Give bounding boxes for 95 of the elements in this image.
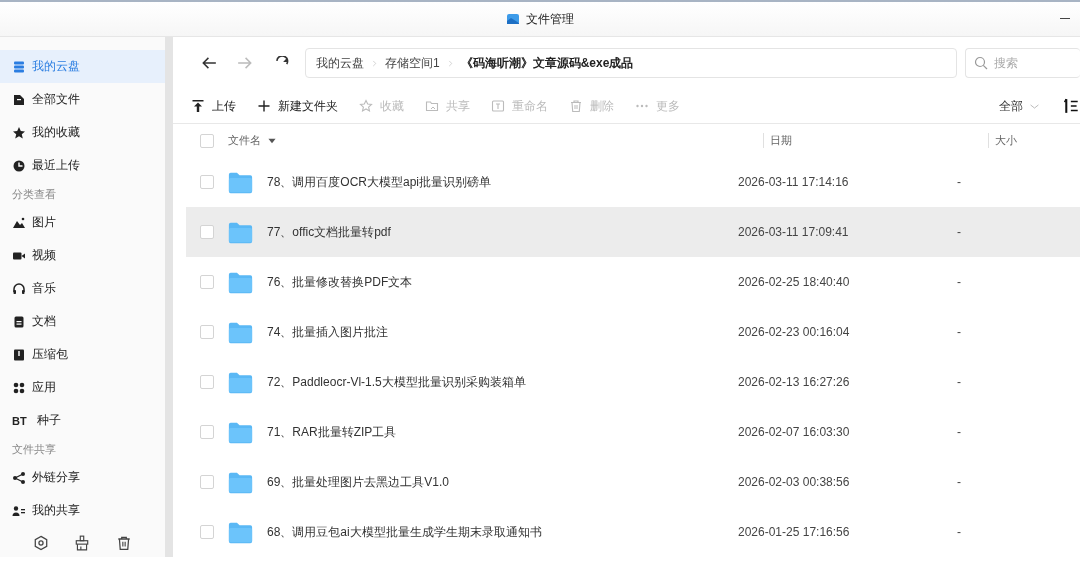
toolbar-button[interactable]: 新建文件夹	[257, 97, 338, 115]
chevron-icon	[370, 58, 379, 68]
plus-icon	[257, 99, 271, 113]
date-cell-text: 2026-03-11 17:14:16	[738, 175, 850, 189]
size-cell: -	[956, 275, 961, 289]
sidebar-item[interactable]: 全部文件	[0, 83, 165, 116]
date-cell-text: 2026-03-11 17:09:41	[738, 225, 850, 239]
back-arrow-icon[interactable]	[201, 55, 217, 71]
sidebar-item[interactable]: 压缩包	[0, 338, 165, 371]
column-header[interactable]: 日期	[770, 134, 792, 146]
bt-label: BT	[12, 414, 26, 427]
row-checkbox[interactable]	[200, 175, 214, 189]
sidebar-item[interactable]: 图片	[0, 206, 165, 239]
star-outline-icon	[359, 99, 373, 113]
size-cell: -	[956, 225, 961, 239]
size-cell: -	[956, 175, 961, 189]
section-heading: 分类查看	[11, 187, 57, 202]
breadcrumb-link[interactable]: 存储空间1	[385, 54, 440, 72]
file-row[interactable]: 72、Paddleocr-Vl-1.5大模型批量识别采购装箱单 2026-02-13 16:27:26 -	[186, 357, 1080, 407]
forward-arrow-icon[interactable]	[237, 55, 253, 71]
file-row[interactable]: 71、RAR批量转ZIP工具 2026-02-07 16:03:30 -	[186, 407, 1080, 457]
sidebar-item[interactable]: 音乐	[0, 272, 165, 305]
column-header[interactable]: 大小	[995, 134, 1017, 146]
row-checkbox[interactable]	[200, 325, 214, 339]
file-name: 72、Paddleocr-Vl-1.5大模型批量识别采购装箱单	[267, 373, 526, 391]
sort-icon[interactable]	[1064, 98, 1080, 114]
file-name: 69、批量处理图片去黑边工具V1.0	[267, 473, 450, 491]
row-checkbox[interactable]	[200, 425, 214, 439]
date-cell-text: 2026-02-13 16:27:26	[738, 375, 851, 389]
date-cell-text: 2026-01-25 17:16:56	[738, 525, 851, 539]
select-all-checkbox[interactable]	[200, 133, 214, 148]
file-name: 74、批量插入图片批注	[267, 323, 389, 341]
row-checkbox[interactable]	[200, 475, 214, 489]
app-icon	[506, 12, 520, 26]
size-cell: -	[956, 375, 961, 389]
file-row[interactable]: 77、offic文档批量转pdf 2026-03-11 17:09:41 -	[186, 207, 1080, 257]
sidebar-item[interactable]: 文档	[0, 305, 165, 338]
document-icon	[12, 314, 26, 329]
file-name: 77、offic文档批量转pdf	[267, 223, 391, 241]
file-name: 68、调用豆包ai大模型批量生成学生期末录取通知书	[267, 523, 542, 541]
trash-icon[interactable]	[116, 535, 133, 551]
date-cell-text: 2026-02-07 16:03:30	[738, 425, 851, 439]
archive-icon	[12, 347, 26, 362]
file-row[interactable]: 74、批量插入图片批注 2026-02-23 00:16:04 -	[186, 307, 1080, 357]
broom-icon[interactable]	[74, 535, 91, 551]
row-checkbox[interactable]	[200, 375, 214, 389]
file-icon	[12, 92, 26, 107]
size-cell: -	[956, 425, 961, 439]
file-row[interactable]: 78、调用百度OCR大模型api批量识别磅单 2026-03-11 17:14:16 -	[186, 157, 1080, 207]
row-checkbox[interactable]	[200, 275, 214, 289]
search-icon	[974, 56, 988, 70]
folder-share-icon	[425, 99, 439, 113]
file-name: 76、批量修改替换PDF文本	[267, 273, 413, 291]
size-cell: -	[956, 325, 961, 339]
clock-icon	[12, 158, 26, 173]
file-name: 78、调用百度OCR大模型api批量识别磅单	[267, 173, 492, 191]
sidebar-item[interactable]: BT 种子	[0, 404, 165, 437]
rename-icon	[491, 99, 505, 113]
breadcrumb-link[interactable]: 我的云盘	[316, 54, 364, 72]
file-row[interactable]: 76、批量修改替换PDF文本 2026-02-25 18:40:40 -	[186, 257, 1080, 307]
users-icon	[12, 503, 26, 518]
size-cell: -	[956, 525, 961, 539]
window-title: 文件管理	[526, 10, 574, 28]
upload-icon	[191, 99, 205, 113]
column-header[interactable]: 文件名	[228, 133, 261, 148]
headphones-icon	[12, 281, 26, 296]
date-cell-text: 2026-02-25 18:40:40	[738, 275, 851, 289]
share-icon	[12, 470, 26, 485]
sidebar-item[interactable]: 应用	[0, 371, 165, 404]
size-cell: -	[956, 475, 961, 489]
search-field[interactable]: 搜索	[992, 55, 1080, 71]
file-row[interactable]: 68、调用豆包ai大模型批量生成学生期末录取通知书 2026-01-25 17:16:56 -	[186, 507, 1080, 557]
sidebar-item[interactable]: 我的共享	[0, 494, 165, 527]
row-checkbox[interactable]	[200, 225, 214, 239]
date-cell-text: 2026-02-23 00:16:04	[738, 325, 851, 339]
storage-icon	[12, 59, 26, 74]
file-row[interactable]: 69、批量处理图片去黑边工具V1.0 2026-02-03 00:38:56 -	[186, 457, 1080, 507]
trash-icon	[569, 99, 583, 113]
section-heading: 文件共享	[11, 442, 57, 457]
apps-icon	[12, 380, 26, 395]
row-checkbox[interactable]	[200, 525, 214, 539]
filter-dropdown[interactable]: 全部	[993, 96, 1046, 116]
image-icon	[12, 215, 26, 230]
sidebar-item[interactable]: 最近上传	[0, 149, 165, 182]
file-name: 71、RAR批量转ZIP工具	[267, 423, 397, 441]
breadcrumb-link[interactable]: 《码海听潮》文章源码&exe成品	[460, 54, 634, 72]
sidebar-item[interactable]: 我的云盘	[0, 50, 165, 83]
sidebar-item[interactable]: 我的收藏	[0, 116, 165, 149]
settings-icon[interactable]	[32, 535, 49, 551]
sidebar-item[interactable]: 视频	[0, 239, 165, 272]
sidebar-item[interactable]: 外链分享	[0, 461, 165, 494]
star-icon	[12, 125, 26, 140]
minimize-button[interactable]	[1060, 18, 1070, 19]
date-cell-text: 2026-02-03 00:38:56	[738, 475, 851, 489]
toolbar-button[interactable]: 上传	[191, 97, 236, 115]
